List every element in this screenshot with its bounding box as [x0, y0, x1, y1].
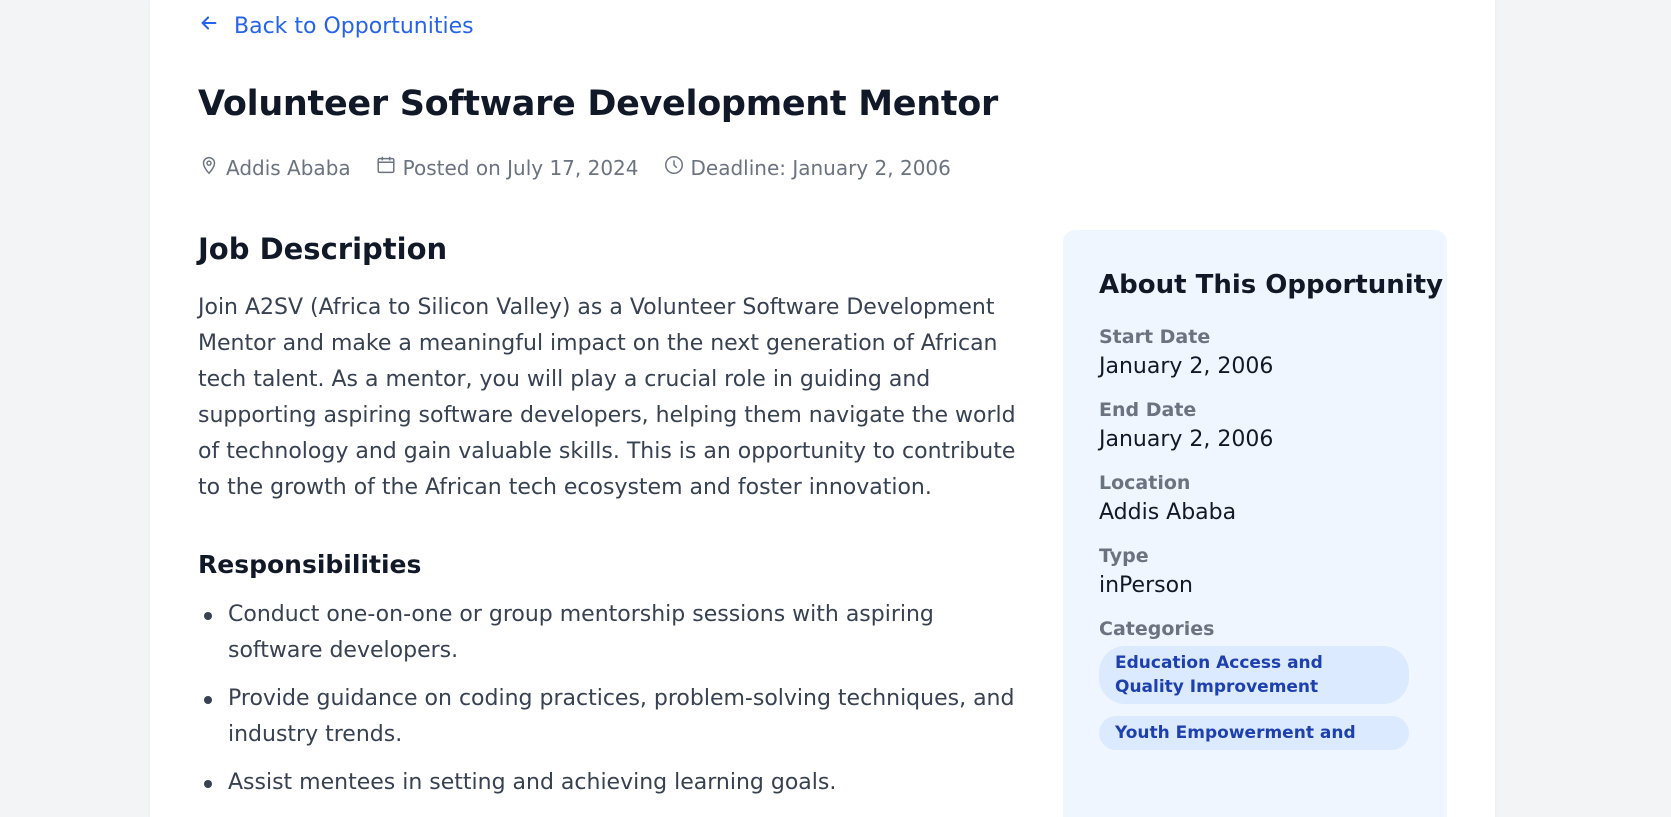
job-description-heading: Job Description — [198, 232, 448, 266]
responsibility-text: Assist mentees in setting and achieving … — [228, 770, 837, 795]
location-label: Location — [1099, 472, 1191, 494]
start-date-field: Start Date January 2, 2006 — [1099, 326, 1411, 379]
page-title: Volunteer Software Development Mentor — [198, 84, 998, 124]
opportunity-card: Back to Opportunities Volunteer Software… — [150, 0, 1495, 817]
categories-field: Categories Education Access and Quality … — [1099, 618, 1411, 750]
meta-location-text: Addis Ababa — [226, 155, 351, 180]
category-chips: Education Access and Quality Improvement… — [1099, 646, 1411, 750]
type-label: Type — [1099, 545, 1149, 567]
location-field: Location Addis Ababa — [1099, 472, 1411, 525]
list-item: Provide guidance on coding practices, pr… — [198, 681, 1018, 753]
clock-icon — [663, 154, 685, 181]
meta-location: Addis Ababa — [198, 154, 351, 181]
map-pin-icon — [198, 154, 220, 181]
responsibility-text: Conduct one-on-one or group mentorship s… — [228, 602, 934, 663]
calendar-icon — [375, 154, 397, 181]
start-date-value: January 2, 2006 — [1099, 354, 1274, 379]
meta-deadline-text: Deadline: January 2, 2006 — [690, 155, 951, 180]
meta-posted-text: Posted on July 17, 2024 — [402, 155, 639, 180]
meta-deadline: Deadline: January 2, 2006 — [663, 154, 951, 181]
end-date-field: End Date January 2, 2006 — [1099, 399, 1411, 452]
about-opportunity-panel: About This Opportunity Start Date Januar… — [1063, 230, 1447, 817]
about-opportunity-title: About This Opportunity — [1099, 270, 1444, 300]
main-content: Job Description Join A2SV (Africa to Sil… — [198, 232, 1018, 813]
end-date-label: End Date — [1099, 399, 1197, 421]
end-date-value: January 2, 2006 — [1099, 427, 1274, 452]
bullet-icon — [204, 780, 212, 788]
bullet-icon — [204, 612, 212, 620]
responsibilities-heading: Responsibilities — [198, 550, 422, 579]
type-field: Type inPerson — [1099, 545, 1411, 598]
back-link-label: Back to Opportunities — [234, 13, 474, 39]
bullet-icon — [204, 696, 212, 704]
category-chip[interactable]: Education Access and Quality Improvement — [1099, 646, 1409, 704]
list-item: Conduct one-on-one or group mentorship s… — [198, 597, 1018, 669]
start-date-label: Start Date — [1099, 326, 1211, 348]
back-to-opportunities-link[interactable]: Back to Opportunities — [198, 12, 474, 40]
responsibilities-list: Conduct one-on-one or group mentorship s… — [198, 597, 1018, 801]
category-chip[interactable]: Youth Empowerment and — [1099, 716, 1409, 750]
location-value: Addis Ababa — [1099, 500, 1237, 525]
meta-row: Addis Ababa Posted on July 17, 2024 Dead… — [198, 154, 951, 181]
meta-posted: Posted on July 17, 2024 — [375, 154, 639, 181]
card-content: Back to Opportunities Volunteer Software… — [198, 0, 1447, 817]
list-item: Assist mentees in setting and achieving … — [198, 765, 1018, 801]
job-description-text: Join A2SV (Africa to Silicon Valley) as … — [198, 295, 1016, 500]
categories-label: Categories — [1099, 618, 1215, 640]
responsibility-text: Provide guidance on coding practices, pr… — [228, 686, 1015, 747]
type-value: inPerson — [1099, 573, 1193, 598]
arrow-left-icon — [198, 12, 220, 40]
